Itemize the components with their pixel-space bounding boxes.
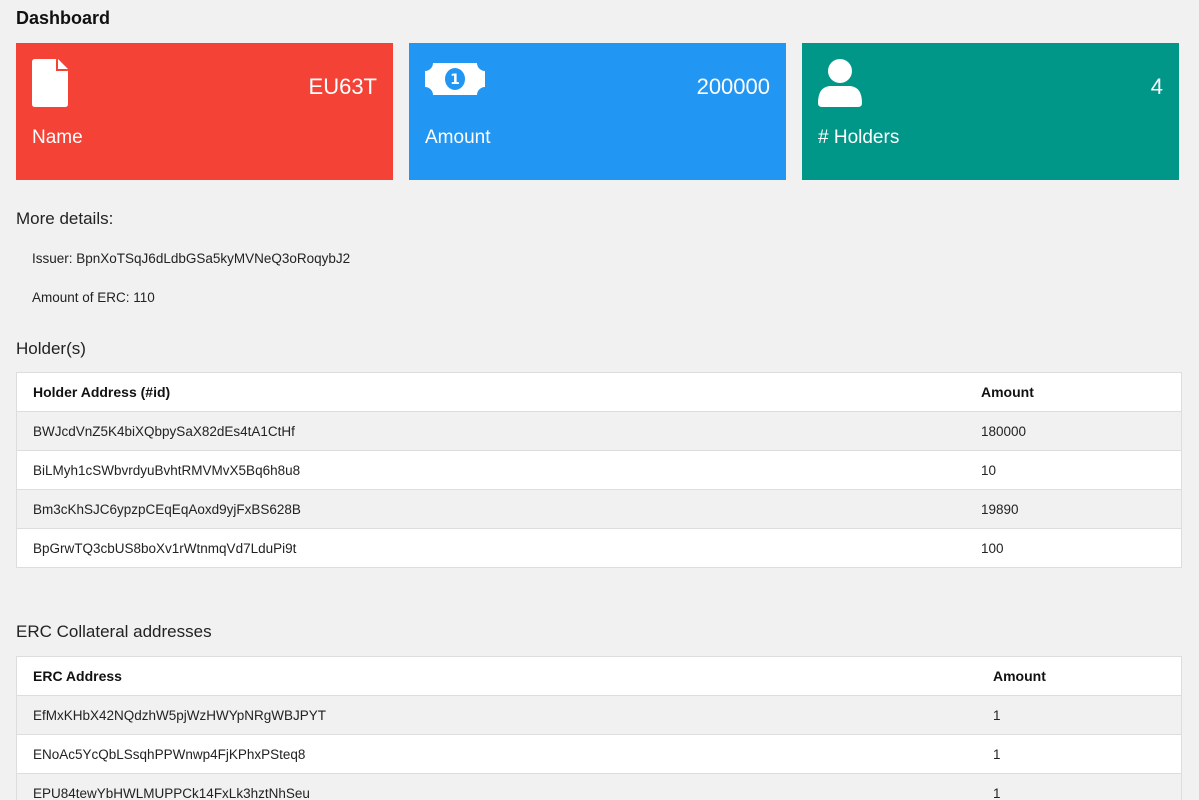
holder-address: Bm3cKhSJC6ypzpCEqEqAoxd9yjFxBS628B — [16, 489, 965, 529]
name-card: EU63T Name — [16, 43, 393, 180]
erc-amount: 1 — [977, 773, 1182, 800]
holders-value: 4 — [1150, 74, 1163, 99]
summary-cards: EU63T Name 1 200000 Amount 4 # Holders — [16, 43, 1179, 180]
holder-address: BiLMyh1cSWbvrdyuBvhtRMVMvX5Bq6h8u8 — [16, 450, 965, 490]
user-icon — [818, 59, 862, 112]
table-row: EPU84tewYbHWLMUPPCk14FxLk3hztNhSeu 1 — [16, 773, 1182, 800]
erc-amount: 1 — [977, 695, 1182, 735]
holder-amount-header: Amount — [965, 372, 1182, 412]
amount-erc-detail: Amount of ERC: 110 — [32, 290, 155, 305]
table-row: BWJcdVnZ5K4biXQbpySaX82dEs4tA1CtHf 18000… — [16, 411, 1182, 451]
holder-address-header: Holder Address (#id) — [16, 372, 965, 412]
name-label: Name — [32, 127, 83, 148]
holder-amount: 180000 — [965, 411, 1182, 451]
table-row: BiLMyh1cSWbvrdyuBvhtRMVMvX5Bq6h8u8 10 — [16, 450, 1182, 490]
amount-label: Amount — [425, 127, 491, 148]
issuer-detail: Issuer: BpnXoTSqJ6dLdbGSa5kyMVNeQ3oRoqyb… — [32, 251, 351, 266]
erc-address-header: ERC Address — [16, 656, 977, 696]
holder-address: BpGrwTQ3cbUS8boXv1rWtnmqVd7LduPi9t — [16, 528, 965, 568]
table-row: Bm3cKhSJC6ypzpCEqEqAoxd9yjFxBS628B 19890 — [16, 489, 1182, 529]
banknote-icon: 1 — [425, 59, 485, 104]
erc-amount-header: Amount — [977, 656, 1182, 696]
table-row: ENoAc5YcQbLSsqhPPWnwp4FjKPhxPSteq8 1 — [16, 734, 1182, 774]
name-value: EU63T — [308, 74, 377, 99]
page-title: Dashboard — [16, 8, 111, 28]
amount-value: 200000 — [696, 74, 770, 99]
erc-address: ENoAc5YcQbLSsqhPPWnwp4FjKPhxPSteq8 — [16, 734, 977, 774]
dashboard-page: Dashboard EU63T Name 1 200000 Amount 4 #… — [0, 0, 1199, 800]
erc-title: ERC Collateral addresses — [16, 622, 212, 641]
table-row: BpGrwTQ3cbUS8boXv1rWtnmqVd7LduPi9t 100 — [16, 528, 1182, 568]
file-icon — [32, 59, 68, 112]
erc-address: EPU84tewYbHWLMUPPCk14FxLk3hztNhSeu — [16, 773, 977, 800]
holder-amount: 19890 — [965, 489, 1182, 529]
holders-card: 4 # Holders — [802, 43, 1179, 180]
holder-address: BWJcdVnZ5K4biXQbpySaX82dEs4tA1CtHf — [16, 411, 965, 451]
holders-table: Holder Address (#id) Amount BWJcdVnZ5K4b… — [16, 372, 1182, 568]
table-row: EfMxKHbX42NQdzhW5pjWzHWYpNRgWBJPYT 1 — [16, 695, 1182, 735]
amount-card: 1 200000 Amount — [409, 43, 786, 180]
svg-text:1: 1 — [450, 72, 460, 88]
holder-amount: 10 — [965, 450, 1182, 490]
erc-table: ERC Address Amount EfMxKHbX42NQdzhW5pjWz… — [16, 656, 1182, 800]
holders-label: # Holders — [818, 127, 900, 148]
holders-title: Holder(s) — [16, 339, 86, 358]
erc-amount: 1 — [977, 734, 1182, 774]
erc-address: EfMxKHbX42NQdzhW5pjWzHWYpNRgWBJPYT — [16, 695, 977, 735]
more-details-title: More details: — [16, 209, 114, 228]
holder-amount: 100 — [965, 528, 1182, 568]
